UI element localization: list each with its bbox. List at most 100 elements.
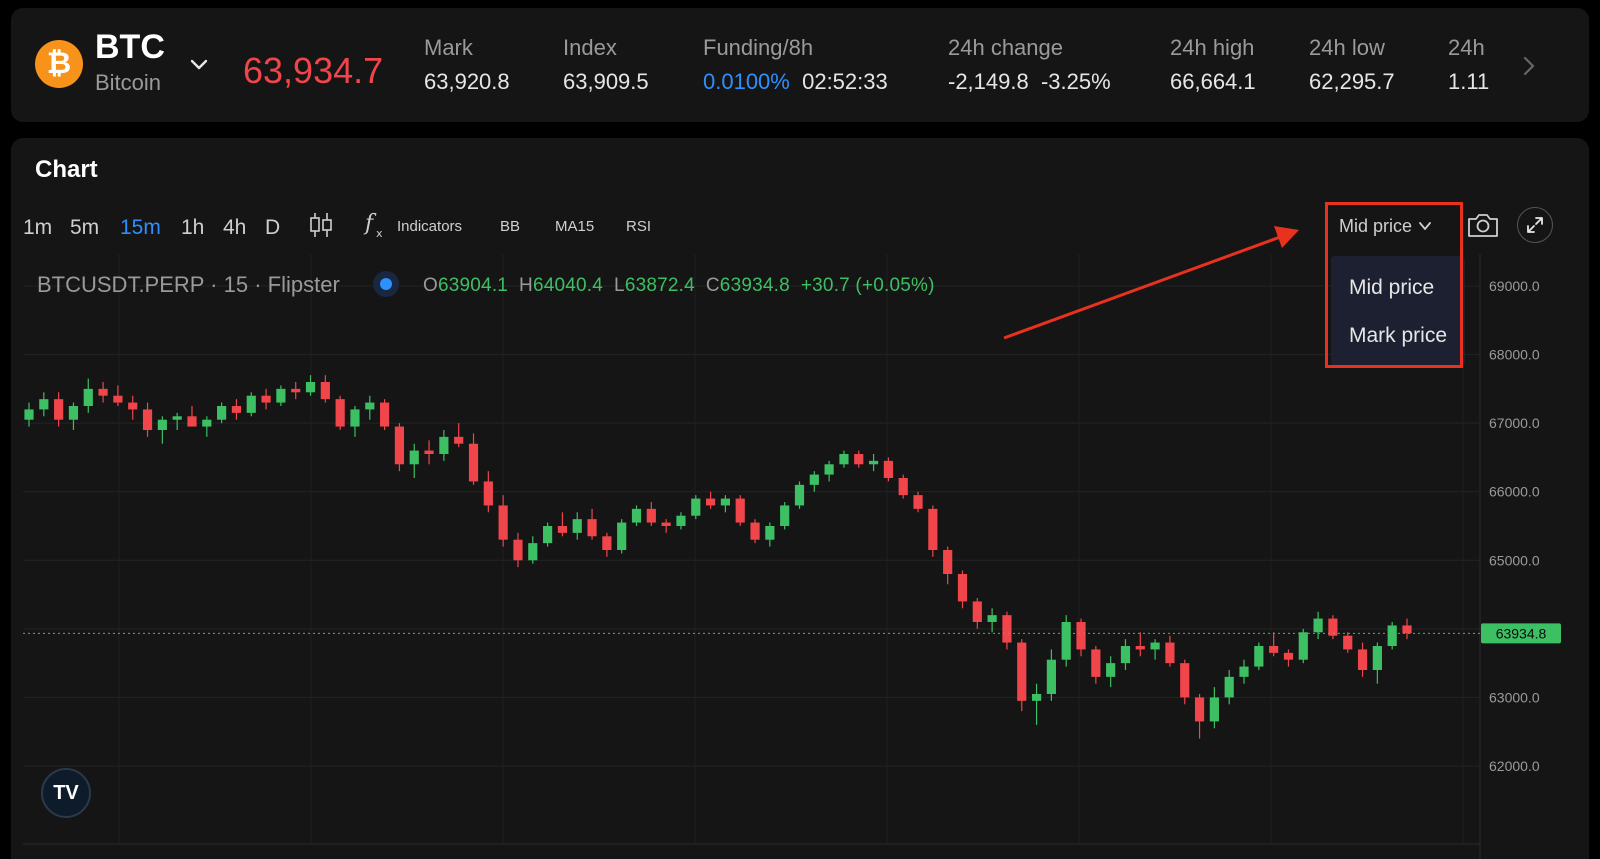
camera-icon[interactable] xyxy=(1466,210,1500,240)
candle-body xyxy=(1269,646,1279,653)
candle-body xyxy=(631,508,642,523)
stat-mark: Mark 63,920.8 xyxy=(424,35,510,95)
chevron-right-icon[interactable] xyxy=(1519,54,1539,78)
stat-value: 0.0100% 02:52:33 xyxy=(703,69,888,95)
timeframe-5m[interactable]: 5m xyxy=(70,216,99,240)
y-tick-label: 69000.0 xyxy=(1489,278,1540,294)
candle-body xyxy=(602,536,612,550)
candle-body xyxy=(572,519,582,533)
candle-body xyxy=(720,498,731,506)
candle-body xyxy=(868,460,879,465)
candle-body xyxy=(380,402,390,427)
chevron-down-icon[interactable] xyxy=(187,52,211,76)
candle-body xyxy=(1091,649,1101,677)
stat-value: 63,920.8 xyxy=(424,69,510,94)
candle-body xyxy=(705,498,716,506)
candle-body xyxy=(1387,625,1397,646)
coin-symbol[interactable]: BTC xyxy=(95,28,165,67)
candle-body xyxy=(454,436,464,444)
candle-body xyxy=(291,388,301,393)
candle-body xyxy=(839,454,849,465)
ticker-bar: ₿ BTC Bitcoin 63,934.7 Mark 63,920.8 Ind… xyxy=(11,8,1589,122)
high-value: 64040.4 xyxy=(532,275,604,296)
funding-rate: 0.0100% xyxy=(703,69,790,94)
candle-body xyxy=(1180,663,1190,698)
timeframe-4h[interactable]: 4h xyxy=(223,216,246,240)
coin-name: Bitcoin xyxy=(95,70,162,95)
change-abs: -2,149.8 xyxy=(948,69,1029,94)
candle-body xyxy=(928,508,938,550)
scroll-fade xyxy=(1499,8,1589,122)
indicators-button[interactable]: Indicators xyxy=(397,218,462,235)
candle-body xyxy=(1209,697,1219,722)
svg-text:f: f xyxy=(363,211,377,236)
candle-body xyxy=(335,399,345,427)
candle-body xyxy=(972,601,982,622)
close-label: C xyxy=(705,275,720,296)
timeframe-1m[interactable]: 1m xyxy=(23,216,52,240)
candle-body xyxy=(1165,642,1175,664)
annotation-arrow-icon xyxy=(1003,226,1299,340)
candle-body xyxy=(1135,646,1145,650)
funding-countdown: 02:52:33 xyxy=(802,69,888,94)
candle-body xyxy=(1061,622,1071,660)
candle-body xyxy=(957,574,968,602)
chart-symbol-info: BTCUSDT.PERP · 15 · Flipster xyxy=(37,272,340,297)
menu-item-mark-price[interactable]: Mark price xyxy=(1349,324,1447,348)
change-pct: -3.25% xyxy=(1040,69,1111,94)
candle-body xyxy=(1402,625,1412,634)
candle-body xyxy=(1194,697,1205,722)
candle-body xyxy=(246,395,256,413)
candle-body xyxy=(98,388,108,396)
candle-body xyxy=(1313,618,1323,633)
candle-body xyxy=(765,526,775,540)
candle-body xyxy=(483,481,493,506)
stat-label: Funding/8h xyxy=(703,35,814,60)
candle-body xyxy=(439,436,449,454)
y-tick-label: 65000.0 xyxy=(1489,552,1540,568)
status-dot-icon xyxy=(373,271,399,297)
ma15-indicator[interactable]: MA15 xyxy=(555,218,594,235)
stat-label: 24h change xyxy=(948,35,1063,60)
candlestick-icon[interactable] xyxy=(308,210,334,240)
bb-indicator[interactable]: BB xyxy=(500,218,520,235)
stat-24h-volume: 24h 1.11 xyxy=(1448,35,1489,95)
timeframe-15m[interactable]: 15m xyxy=(120,216,161,240)
low-label: L xyxy=(614,275,625,296)
candle-body xyxy=(794,484,805,506)
candle-body xyxy=(809,474,819,485)
tradingview-logo[interactable]: TV xyxy=(41,768,91,818)
candle-body xyxy=(1076,622,1086,650)
rsi-indicator[interactable]: RSI xyxy=(626,218,651,235)
expand-button[interactable] xyxy=(1517,207,1553,243)
candle-body xyxy=(1298,632,1308,660)
price-source-select[interactable]: Mid price xyxy=(1327,204,1463,248)
candle-body xyxy=(735,498,745,523)
price-source-menu: Mid price Mark price xyxy=(1331,256,1465,366)
candle-body xyxy=(202,419,212,427)
y-tick-label: 67000.0 xyxy=(1489,415,1540,431)
candle-body xyxy=(854,454,864,465)
candle-body xyxy=(543,526,553,544)
close-value: 63934.8 xyxy=(719,275,790,296)
candle-body xyxy=(1106,663,1116,677)
last-price-label: 63934.8 xyxy=(1496,625,1547,641)
fx-icon[interactable]: f x xyxy=(363,208,389,240)
candle-body xyxy=(24,409,34,420)
timeframe-d[interactable]: D xyxy=(265,216,280,240)
candle-body xyxy=(128,402,138,410)
candle-body xyxy=(750,522,760,540)
stat-label: 24h xyxy=(1448,35,1485,60)
stat-value: 62,295.7 xyxy=(1309,69,1395,94)
candle-body xyxy=(305,382,316,393)
stat-label: 24h low xyxy=(1309,35,1385,60)
candle-body xyxy=(394,426,405,465)
candle-body xyxy=(646,508,656,523)
stat-funding: Funding/8h 0.0100% 02:52:33 xyxy=(703,35,888,95)
menu-item-mid-price[interactable]: Mid price xyxy=(1349,276,1434,300)
candle-body xyxy=(676,515,686,526)
candle-body xyxy=(1017,642,1027,701)
candle-body xyxy=(1002,615,1012,643)
low-value: 63872.4 xyxy=(624,275,695,296)
timeframe-1h[interactable]: 1h xyxy=(181,216,204,240)
